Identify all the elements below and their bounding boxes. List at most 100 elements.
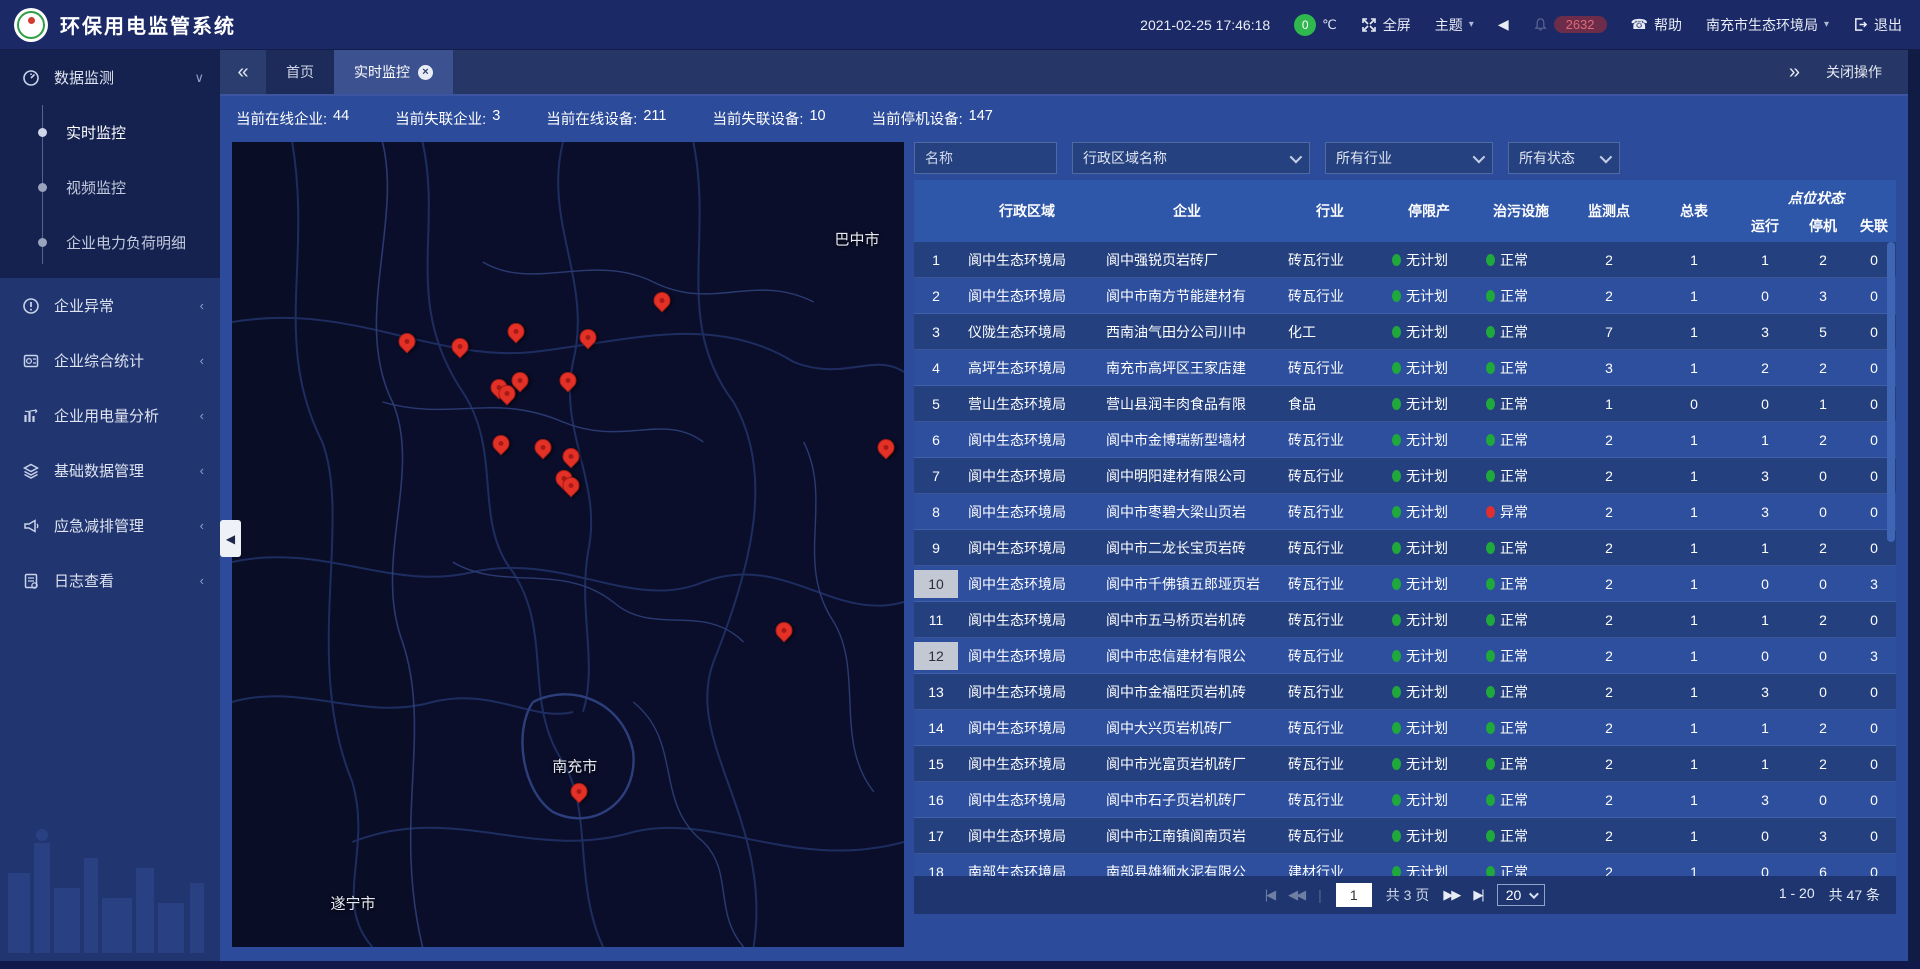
city-label: 南充市 — [552, 755, 597, 776]
cell-stopped: 0 — [1794, 684, 1852, 700]
limit-text: 无计划 — [1406, 756, 1448, 772]
table-row[interactable]: 15阆中生态环境局阆中市光富页岩机砖厂砖瓦行业无计划正常21120 — [914, 746, 1896, 782]
limit-text: 无计划 — [1406, 828, 1448, 844]
status-dot-green-icon — [1392, 686, 1401, 698]
notifications[interactable]: 2632 — [1533, 16, 1607, 33]
speaker-button[interactable]: ◀ — [1498, 16, 1509, 33]
cell-index: 15 — [914, 746, 958, 781]
table-row[interactable]: 9阆中生态环境局阆中市二龙长宝页岩砖砖瓦行业无计划正常21120 — [914, 530, 1896, 566]
table-row[interactable]: 4高坪生态环境局南充市高坪区王家店建砖瓦行业无计划正常31220 — [914, 350, 1896, 386]
cell-index: 5 — [914, 386, 958, 421]
status-filter-select[interactable]: 所有状态 — [1508, 142, 1620, 174]
pagination-page-size-select[interactable]: 20 — [1497, 884, 1546, 906]
cell-running: 0 — [1736, 396, 1794, 412]
sidebar-item[interactable]: 应急减排管理‹ — [0, 498, 220, 553]
double-chevron-right-icon[interactable]: » — [1789, 61, 1800, 84]
sidebar-item[interactable]: 企业用电量分析‹ — [0, 388, 220, 443]
sidebar-item[interactable]: 日志查看‹ — [0, 553, 220, 608]
org-dropdown[interactable]: 南充市生态环境局 ▾ — [1706, 15, 1829, 35]
status-dot-red-icon — [1486, 506, 1495, 518]
help-button[interactable]: ☎ 帮助 — [1631, 15, 1682, 35]
cell-running: 3 — [1736, 504, 1794, 520]
sidebar-item[interactable]: 企业综合统计‹ — [0, 333, 220, 388]
table-row[interactable]: 8阆中生态环境局阆中市枣碧大梁山页岩砖瓦行业无计划异常21300 — [914, 494, 1896, 530]
stats-icon — [22, 352, 42, 370]
table-row[interactable]: 17阆中生态环境局阆中市江南镇阆南页岩砖瓦行业无计划正常21030 — [914, 818, 1896, 854]
city-label: 遂宁市 — [330, 892, 375, 913]
fullscreen-button[interactable]: 全屏 — [1361, 15, 1411, 35]
cell-index: 13 — [914, 674, 958, 709]
sidebar-subitem[interactable]: 实时监控 — [0, 105, 220, 160]
name-filter-field[interactable] — [914, 142, 1057, 174]
sidebar-group: 基础数据管理‹ — [0, 443, 220, 498]
cell-running: 1 — [1736, 756, 1794, 772]
cell-company: 西南油气田分公司川中 — [1096, 322, 1278, 342]
cell-company: 阆中强锐页岩砖厂 — [1096, 250, 1278, 270]
cell-stopped: 0 — [1794, 648, 1852, 664]
status-dot-green-icon — [1392, 758, 1401, 770]
cell-index: 4 — [914, 350, 958, 385]
logout-button[interactable]: 退出 — [1853, 15, 1902, 35]
close-icon[interactable]: × — [418, 65, 433, 80]
alert-icon — [22, 297, 42, 315]
facility-text: 正常 — [1500, 360, 1528, 376]
stat-value: 147 — [969, 108, 993, 129]
table-row[interactable]: 3仪陇生态环境局西南油气田分公司川中化工无计划正常71350 — [914, 314, 1896, 350]
close-operations-button[interactable]: 关闭操作 — [1826, 62, 1882, 82]
sidebar-subitem[interactable]: 企业电力负荷明细 — [0, 215, 220, 270]
table-row[interactable]: 7阆中生态环境局阆中明阳建材有限公司砖瓦行业无计划正常21300 — [914, 458, 1896, 494]
pagination-prev-button[interactable]: ◀◀ — [1288, 887, 1304, 903]
tab-realtime-monitor[interactable]: 实时监控 × — [334, 50, 453, 94]
sidebar-item[interactable]: 企业异常‹ — [0, 278, 220, 333]
tabs-scroll-left-button[interactable]: « — [220, 50, 266, 94]
cell-industry: 砖瓦行业 — [1278, 358, 1382, 378]
sidebar-item[interactable]: 基础数据管理‹ — [0, 443, 220, 498]
table-row[interactable]: 12阆中生态环境局阆中市忠信建材有限公砖瓦行业无计划正常21003 — [914, 638, 1896, 674]
pagination-last-button[interactable]: ▶| — [1473, 887, 1482, 903]
cell-index: 1 — [914, 242, 958, 277]
table-row[interactable]: 6阆中生态环境局阆中市金博瑞新型墙材砖瓦行业无计划正常21120 — [914, 422, 1896, 458]
pagination-first-button[interactable]: |◀ — [1265, 887, 1274, 903]
cell-total-meters: 1 — [1652, 432, 1736, 448]
theme-dropdown[interactable]: 主题 ▾ — [1435, 15, 1474, 35]
cell-lost: 0 — [1852, 720, 1896, 736]
tab-home[interactable]: 首页 — [266, 50, 334, 94]
region-filter-select[interactable]: 行政区域名称 — [1072, 142, 1310, 174]
table-row[interactable]: 13阆中生态环境局阆中市金福旺页岩机砖砖瓦行业无计划正常21300 — [914, 674, 1896, 710]
table-scrollbar[interactable] — [1887, 242, 1895, 542]
table-row[interactable]: 14阆中生态环境局阆中大兴页岩机砖厂砖瓦行业无计划正常21120 — [914, 710, 1896, 746]
sidebar-item-label: 企业用电量分析 — [54, 405, 200, 426]
limit-text: 无计划 — [1406, 432, 1448, 448]
bell-icon — [1533, 17, 1548, 32]
column-header: 行政区域 — [958, 180, 1096, 242]
sidebar-item[interactable]: 数据监测∨ — [0, 50, 220, 105]
sidebar-item-label: 日志查看 — [54, 570, 200, 591]
table-row[interactable]: 16阆中生态环境局阆中市石子页岩机砖厂砖瓦行业无计划正常21300 — [914, 782, 1896, 818]
facility-text: 正常 — [1500, 396, 1528, 412]
cell-company: 阆中市南方节能建材有 — [1096, 286, 1278, 306]
cell-lost: 0 — [1852, 792, 1896, 808]
sidebar-subitem[interactable]: 视频监控 — [0, 160, 220, 215]
table-row[interactable]: 18南部生态环境局南部县雄狮水泥有限公建材行业无计划正常21060 — [914, 854, 1896, 876]
city-label: 巴中市 — [834, 228, 879, 249]
limit-text: 无计划 — [1406, 864, 1448, 877]
name-filter-input[interactable] — [925, 150, 1046, 166]
cell-limit-production: 无计划 — [1382, 250, 1476, 270]
cell-company: 南充市高坪区王家店建 — [1096, 358, 1278, 378]
cell-limit-production: 无计划 — [1382, 682, 1476, 702]
map-panel[interactable]: 巴中市南充市遂宁市 — [232, 142, 904, 947]
enterprise-table: 行政区域企业行业停限产治污设施监测点总表点位状态运行停机失联 1阆中生态环境局阆… — [914, 180, 1896, 876]
table-row[interactable]: 2阆中生态环境局阆中市南方节能建材有砖瓦行业无计划正常21030 — [914, 278, 1896, 314]
cell-running: 3 — [1736, 792, 1794, 808]
sidebar-collapse-handle[interactable]: ◀ — [220, 520, 241, 557]
pagination-page-input[interactable] — [1336, 883, 1372, 907]
pagination-next-button[interactable]: ▶▶ — [1443, 887, 1459, 903]
table-row[interactable]: 5营山生态环境局营山县润丰肉食品有限食品无计划正常10010 — [914, 386, 1896, 422]
table-row[interactable]: 1阆中生态环境局阆中强锐页岩砖厂砖瓦行业无计划正常21120 — [914, 242, 1896, 278]
table-row[interactable]: 10阆中生态环境局阆中市千佛镇五郎垭页岩砖瓦行业无计划正常21003 — [914, 566, 1896, 602]
status-dot-green-icon — [1486, 866, 1495, 877]
industry-filter-select[interactable]: 所有行业 — [1325, 142, 1493, 174]
limit-text: 无计划 — [1406, 252, 1448, 268]
table-row[interactable]: 11阆中生态环境局阆中市五马桥页岩机砖砖瓦行业无计划正常21120 — [914, 602, 1896, 638]
limit-text: 无计划 — [1406, 720, 1448, 736]
